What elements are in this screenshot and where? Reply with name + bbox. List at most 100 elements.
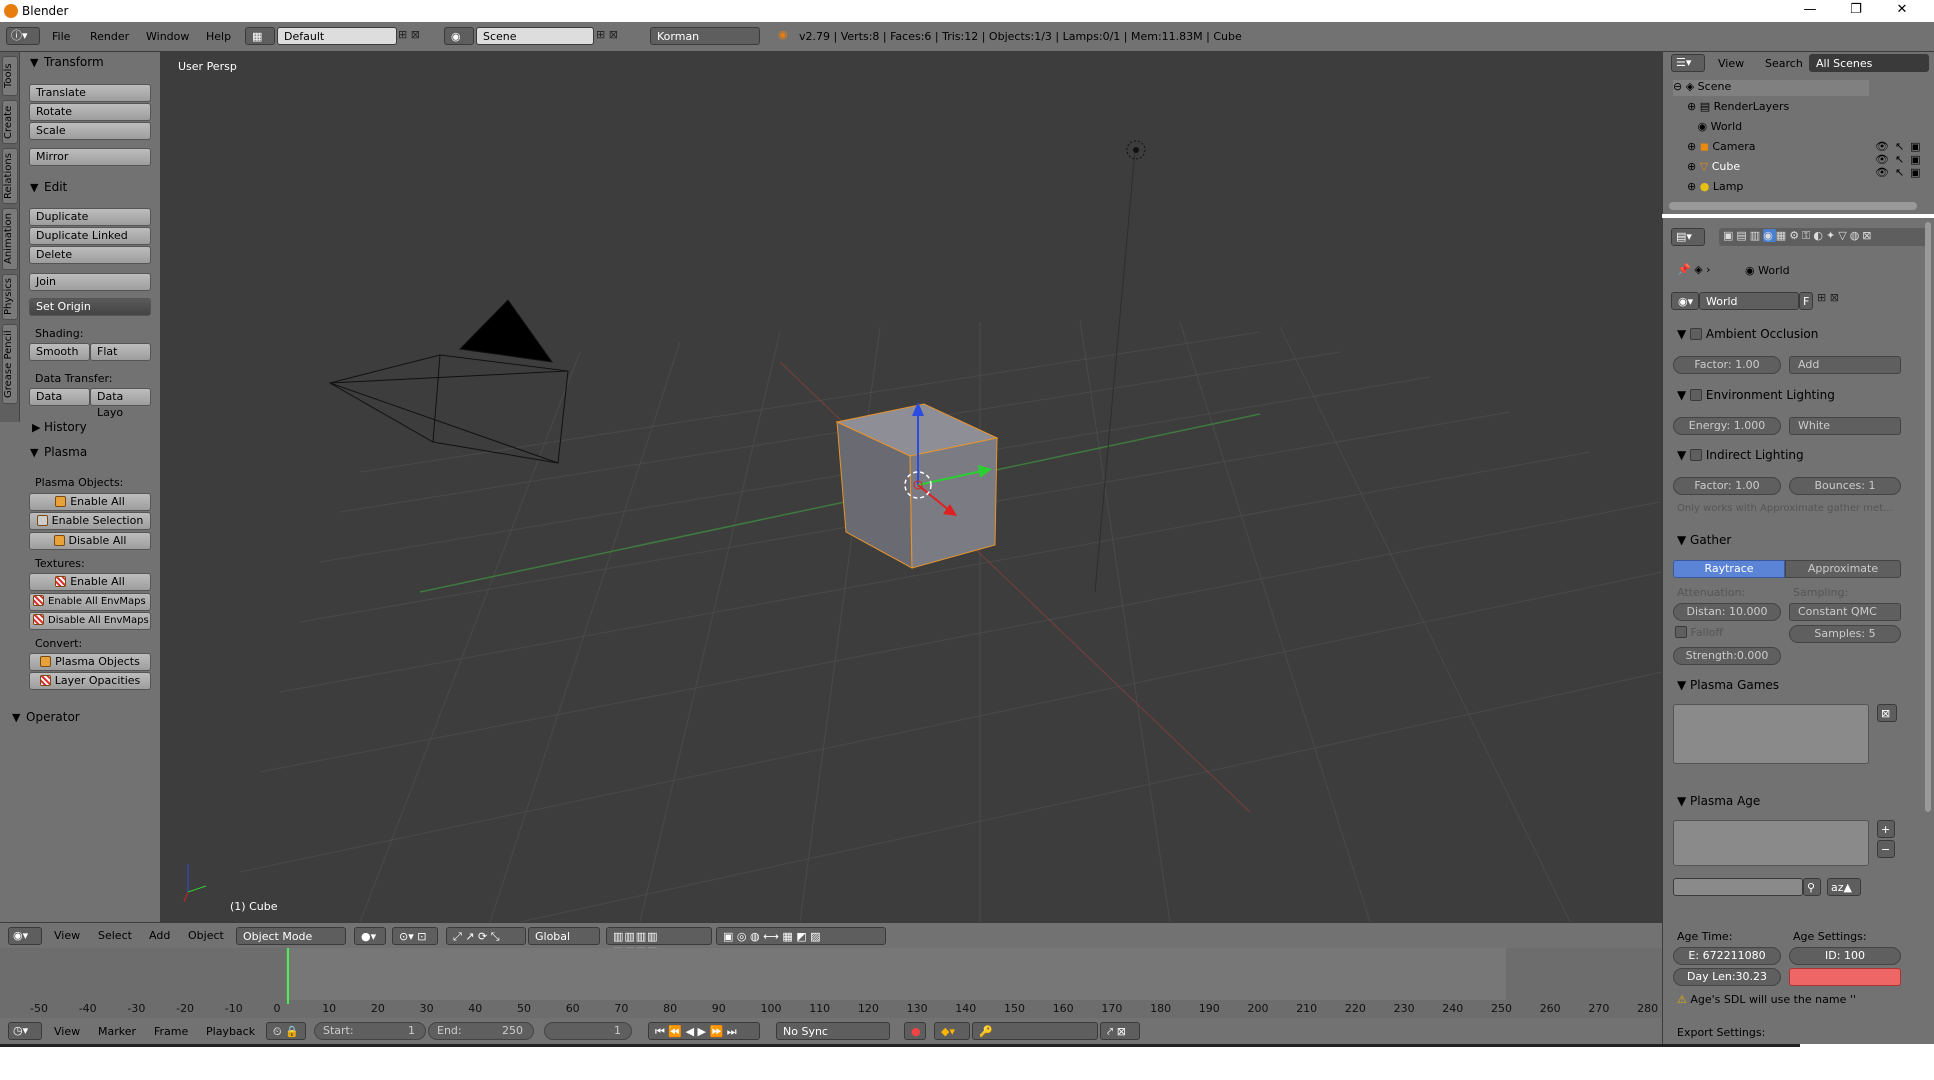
duplicate-button[interactable]: Duplicate <box>29 208 151 226</box>
join-button[interactable]: Join <box>29 273 151 291</box>
disable-all-objects-button[interactable]: Disable All <box>29 532 151 550</box>
plasma-panel-title[interactable]: Plasma <box>44 445 87 459</box>
history-header-arrow-icon[interactable]: ▶ <box>32 421 40 434</box>
tab-create[interactable]: Create <box>2 100 18 144</box>
outliner-filter-dropdown[interactable]: All Scenes <box>1809 54 1929 72</box>
age-add-button[interactable]: + <box>1877 820 1895 838</box>
menu-view[interactable]: View <box>54 929 80 942</box>
indirect-factor-field[interactable]: Factor: 1.00 <box>1673 477 1781 495</box>
pivot-point-icon[interactable]: ⊙▾ ⊡ <box>392 927 438 945</box>
scale-button[interactable]: Scale <box>29 122 151 140</box>
pin-icon[interactable]: 📌 ◈ › <box>1677 263 1711 276</box>
tab-physics[interactable]: Physics <box>2 274 18 320</box>
seq-prefix-warning-field[interactable] <box>1789 968 1901 986</box>
snap-render-icons[interactable]: ▣ ◎ ◍ ⟷ ▦ ◩ ▨ <box>716 927 886 945</box>
world-name-field[interactable]: World <box>1699 292 1799 310</box>
layer-opacities-button[interactable]: Layer Opacities <box>29 672 151 690</box>
scene-field[interactable]: Scene <box>476 27 594 45</box>
age-search-icon[interactable]: ⚲ <box>1803 878 1821 896</box>
menu-help[interactable]: Help <box>206 30 231 43</box>
convert-plasma-objects-button[interactable]: Plasma Objects <box>29 653 151 671</box>
disable-all-envmaps-button[interactable]: Disable All EnvMaps <box>29 612 151 630</box>
timeline-editor-type-icon[interactable]: ◷▾ <box>8 1022 42 1040</box>
indirect-lighting-section[interactable]: ▼ Indirect Lighting <box>1677 448 1804 462</box>
rotate-button[interactable]: Rotate <box>29 103 151 121</box>
outliner-item-scene[interactable]: ⊖ ◈ Scene <box>1673 80 1869 96</box>
menu-render[interactable]: Render <box>90 30 129 43</box>
menu-playback[interactable]: Playback <box>206 1025 255 1038</box>
enable-all-envmaps-button[interactable]: Enable All EnvMaps <box>29 593 151 611</box>
viewport-editor-type-icon[interactable]: ◉▾ <box>8 927 42 945</box>
keyframe-icon[interactable]: ◆▾ <box>934 1022 970 1040</box>
operator-header-arrow-icon[interactable]: ▼ <box>12 711 20 724</box>
menu-marker[interactable]: Marker <box>98 1025 136 1038</box>
screen-layout-field[interactable]: Default <box>277 27 397 45</box>
sampling-method-dropdown[interactable]: Constant QMC <box>1789 603 1901 621</box>
orientation-dropdown[interactable]: Global <box>528 927 600 945</box>
visibility-icons[interactable]: 👁↖▣ 👁↖▣ 👁↖▣ <box>1875 140 1927 179</box>
tab-animation[interactable]: Animation <box>2 208 18 270</box>
ao-checkbox[interactable] <box>1690 328 1703 340</box>
minimize-button[interactable]: — <box>1790 2 1830 20</box>
playback-controls[interactable]: ⏮ ⏪ ◀ ▶ ⏩ ⏭ <box>648 1022 760 1040</box>
flat-button[interactable]: Flat <box>90 343 151 361</box>
menu-add[interactable]: Add <box>149 929 170 942</box>
outliner-menu-search[interactable]: Search <box>1765 57 1803 70</box>
editor-type-icon[interactable]: ⓘ▾ <box>6 27 40 45</box>
ao-factor-field[interactable]: Factor: 1.00 <box>1673 356 1781 374</box>
close-button[interactable]: ✕ <box>1882 2 1922 20</box>
menu-frame[interactable]: Frame <box>154 1025 188 1038</box>
indirect-bounces-field[interactable]: Bounces: 1 <box>1789 477 1901 495</box>
age-filter-field[interactable] <box>1673 878 1803 896</box>
outliner-item-camera[interactable]: ⊕ ◼ Camera <box>1687 140 1756 153</box>
falloff-checkbox[interactable]: Falloff <box>1675 626 1723 639</box>
mirror-button[interactable]: Mirror <box>29 148 151 166</box>
manipulator-icons[interactable]: ⤢ ↗ ⟳ ⤡ <box>446 927 526 945</box>
ao-mode-dropdown[interactable]: Add <box>1789 356 1901 374</box>
falloff-check[interactable] <box>1675 626 1687 638</box>
outliner-item-cube[interactable]: ⊕ ▽ Cube <box>1687 160 1740 173</box>
new-unlink-icons[interactable]: ⊞ ⊠ <box>1817 291 1839 304</box>
indirect-checkbox[interactable] <box>1690 449 1703 461</box>
gather-section[interactable]: ▼ Gather <box>1677 533 1731 547</box>
properties-editor-type-icon[interactable]: ▤▾ <box>1671 228 1705 246</box>
delete-button[interactable]: Delete <box>29 246 151 264</box>
edit-header-arrow-icon[interactable]: ▼ <box>30 181 38 194</box>
add-screen-icon[interactable]: ⊞ ⊠ <box>398 28 420 41</box>
history-panel-title[interactable]: History <box>44 420 87 434</box>
env-lighting-section[interactable]: ▼ Environment Lighting <box>1677 388 1835 402</box>
current-frame-field[interactable]: 1 <box>544 1022 632 1040</box>
ao-section[interactable]: ▼ Ambient Occlusion <box>1677 327 1818 341</box>
data-button[interactable]: Data <box>29 388 90 406</box>
scene-icon[interactable]: ◉ <box>444 27 474 45</box>
outliner-scrollbar[interactable] <box>1669 202 1917 210</box>
menu-object[interactable]: Object <box>188 929 224 942</box>
operator-panel-title[interactable]: Operator <box>26 710 80 724</box>
keying-set-field[interactable]: 🔑 <box>972 1022 1098 1040</box>
end-frame-field[interactable]: End: 250 <box>428 1022 534 1040</box>
tab-grease-pencil[interactable]: Grease Pencil <box>2 324 18 404</box>
enable-selection-button[interactable]: Enable Selection <box>29 512 151 530</box>
properties-editor[interactable]: ▤▾ ▣▤▥◉▦⚙⚿◐✦▽◍⊠ 📌 ◈ › ◉ World ◉▾ World F… <box>1662 218 1934 1044</box>
tab-tools[interactable]: Tools <box>2 56 18 96</box>
day-length-field[interactable]: Day Len:30.23 <box>1673 968 1781 986</box>
env-color-dropdown[interactable]: White <box>1789 417 1901 435</box>
epoch-field[interactable]: E: 672211080 <box>1673 947 1781 965</box>
sync-mode-dropdown[interactable]: No Sync <box>776 1022 890 1040</box>
preview-range-icon[interactable]: ⏲ 🔒 <box>266 1022 306 1040</box>
tab-relations[interactable]: Relations <box>2 148 18 204</box>
outliner-menu-view[interactable]: View <box>1718 57 1744 70</box>
fake-user-button[interactable]: F <box>1799 292 1813 310</box>
layer-buttons[interactable]: ▥▥▥▥ ▥▥▥▥ <box>606 927 712 958</box>
menu-window[interactable]: Window <box>146 30 189 43</box>
raytrace-button[interactable]: Raytrace <box>1673 560 1785 578</box>
smooth-button[interactable]: Smooth <box>29 343 90 361</box>
outliner-item-renderlayers[interactable]: ⊕ ▤ RenderLayers <box>1687 100 1789 113</box>
age-sort-icon[interactable]: az▲ <box>1827 878 1861 896</box>
menu-view[interactable]: View <box>54 1025 80 1038</box>
plasma-age-list[interactable] <box>1673 820 1869 866</box>
plasma-games-list[interactable] <box>1673 704 1869 764</box>
world-browse-icon[interactable]: ◉▾ <box>1671 292 1699 310</box>
strength-field[interactable]: Strength:0.000 <box>1673 647 1781 665</box>
timeline-playhead[interactable] <box>287 948 289 1004</box>
